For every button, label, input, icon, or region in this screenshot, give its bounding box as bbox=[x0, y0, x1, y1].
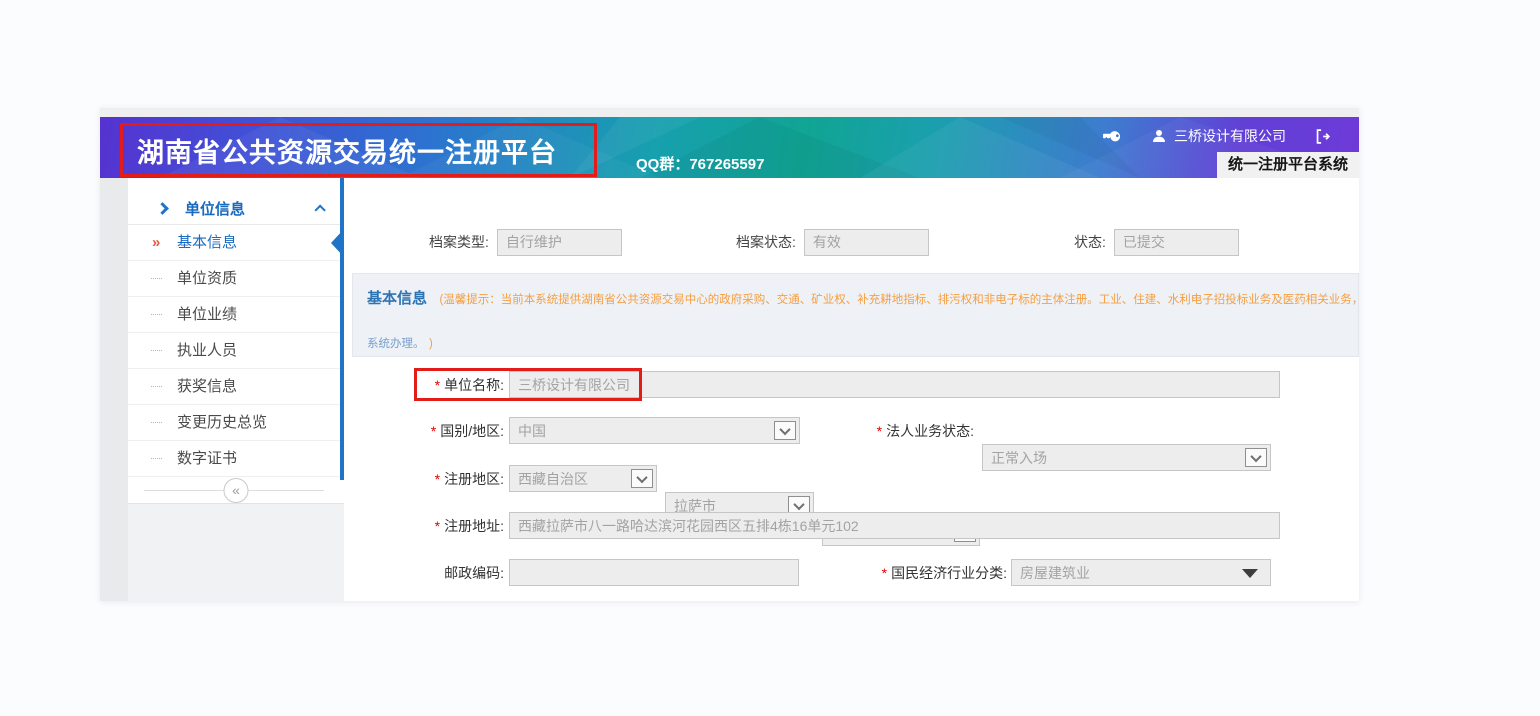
region-province-select[interactable]: 西藏自治区 bbox=[509, 465, 657, 492]
logout-icon[interactable] bbox=[1314, 128, 1331, 145]
country-select[interactable]: 中国 bbox=[509, 417, 800, 444]
sidebar-section-unit-info[interactable]: 单位信息 bbox=[128, 192, 344, 225]
sidebar-item-label: 基本信息 bbox=[177, 234, 237, 251]
section-notice-part2: 系统办理。 bbox=[367, 338, 425, 350]
dropdown-arrow-icon[interactable] bbox=[1230, 560, 1270, 586]
sidebar-item-label: 变更历史总览 bbox=[177, 414, 267, 431]
basic-info-section-header: 基本信息 (温馨提示：当前本系统提供湖南省公共资源交易中心的政府采购、交通、矿业… bbox=[352, 273, 1359, 357]
status-label: 状态: bbox=[1074, 232, 1106, 252]
required-marker: * bbox=[435, 471, 440, 487]
form-row-postal-industry: 邮政编码: *国民经济行业分类: 房屋建筑业 bbox=[344, 559, 1359, 587]
left-gutter bbox=[100, 178, 128, 601]
app-window: 湖南省公共资源交易统一注册平台 QQ群：767265597 三桥设计有限公司 统 bbox=[100, 108, 1359, 601]
chevron-up-icon bbox=[314, 204, 325, 215]
sidebar-item-label: 获奖信息 bbox=[177, 378, 237, 395]
sidebar: 单位信息 » 基本信息 单位资质 单位业绩 bbox=[128, 178, 344, 601]
sidebar-item-label: 单位业绩 bbox=[177, 306, 237, 323]
legal-status-label: *法人业务状态: bbox=[804, 417, 974, 445]
qq-group-label: QQ群：767265597 bbox=[636, 153, 764, 174]
sidebar-item-digital-cert[interactable]: 数字证书 bbox=[128, 441, 344, 477]
required-marker: * bbox=[435, 377, 440, 393]
required-marker: * bbox=[877, 423, 882, 439]
archive-type-label: 档案类型: bbox=[429, 232, 489, 252]
dropdown-chevron-icon bbox=[631, 469, 653, 488]
required-marker: * bbox=[882, 565, 887, 581]
address-label: *注册地址: bbox=[344, 512, 504, 540]
system-tab[interactable]: 统一注册平台系统 bbox=[1217, 152, 1359, 178]
industry-label: *国民经济行业分类: bbox=[824, 559, 1007, 587]
sidebar-item-unit-qualification[interactable]: 单位资质 bbox=[128, 261, 344, 297]
archive-status-label: 档案状态: bbox=[736, 232, 796, 252]
sidebar-collapse-button[interactable]: « bbox=[224, 478, 249, 503]
page-title: 湖南省公共资源交易统一注册平台 bbox=[137, 131, 557, 170]
dropdown-chevron-icon bbox=[774, 421, 796, 440]
form-row-region: *注册地区: 西藏自治区 拉萨市 达孜区 bbox=[344, 465, 1359, 493]
sidebar-item-label: 执业人员 bbox=[177, 342, 237, 359]
form-row-company-name: *单位名称: 三桥设计有限公司 bbox=[344, 371, 1359, 399]
form-row-address: *注册地址: 西藏拉萨市八一路哈达滨河花园西区五排4栋16单元102 bbox=[344, 512, 1359, 540]
app-header: 湖南省公共资源交易统一注册平台 QQ群：767265597 三桥设计有限公司 统 bbox=[100, 117, 1359, 178]
country-label: *国别/地区: bbox=[344, 417, 504, 445]
company-name-input[interactable]: 三桥设计有限公司 bbox=[509, 371, 1280, 398]
sidebar-filler bbox=[128, 504, 344, 601]
sidebar-item-label: 数字证书 bbox=[177, 450, 237, 467]
tree-tick-icon bbox=[151, 458, 162, 459]
user-name-label: 三桥设计有限公司 bbox=[1174, 126, 1286, 146]
field-archive-status: 档案状态: 有效 bbox=[736, 228, 929, 256]
field-status: 状态: 已提交 bbox=[1074, 228, 1239, 256]
main-content: 档案类型: 自行维护 档案状态: 有效 状态: 已提交 基本信息 (温馨提示：当… bbox=[344, 178, 1359, 601]
user-menu[interactable]: 三桥设计有限公司 bbox=[1151, 126, 1286, 146]
postal-input[interactable] bbox=[509, 559, 799, 586]
region-label: *注册地区: bbox=[344, 465, 504, 493]
required-marker: * bbox=[435, 518, 440, 534]
sidebar-item-label: 单位资质 bbox=[177, 270, 237, 287]
section-notice-part1: (温馨提示：当前本系统提供湖南省公共资源交易中心的政府采购、交通、矿业权、补充耕… bbox=[439, 294, 1359, 306]
header-actions: 三桥设计有限公司 bbox=[1103, 126, 1331, 146]
sidebar-item-unit-performance[interactable]: 单位业绩 bbox=[128, 297, 344, 333]
archive-type-input[interactable]: 自行维护 bbox=[497, 229, 622, 256]
form-row-country-legal: *国别/地区: 中国 *法人业务状态: 正常入场 bbox=[344, 417, 1359, 445]
address-input[interactable]: 西藏拉萨市八一路哈达滨河花园西区五排4栋16单元102 bbox=[509, 512, 1280, 539]
chevron-right-icon bbox=[156, 202, 169, 215]
tree-tick-icon bbox=[151, 314, 162, 315]
tree-tick-icon bbox=[151, 422, 162, 423]
window-top-strip bbox=[100, 108, 1359, 117]
sidebar-item-basic-info[interactable]: » 基本信息 bbox=[128, 225, 344, 261]
annotation-box-title: 湖南省公共资源交易统一注册平台 bbox=[120, 123, 597, 177]
sidebar-item-change-history[interactable]: 变更历史总览 bbox=[128, 405, 344, 441]
sidebar-item-awards[interactable]: 获奖信息 bbox=[128, 369, 344, 405]
section-title: 基本信息 bbox=[367, 290, 427, 307]
sidebar-section-label: 单位信息 bbox=[185, 198, 245, 219]
sidebar-collapse-row: « bbox=[128, 478, 344, 504]
status-input[interactable]: 已提交 bbox=[1114, 229, 1239, 256]
key-icon[interactable] bbox=[1103, 127, 1121, 145]
user-icon bbox=[1151, 128, 1167, 144]
archive-status-input[interactable]: 有效 bbox=[804, 229, 929, 256]
postal-label: 邮政编码: bbox=[344, 559, 504, 587]
sidebar-menu: » 基本信息 单位资质 单位业绩 执业人员 获 bbox=[128, 225, 344, 477]
tree-tick-icon bbox=[151, 350, 162, 351]
active-marker-icon: » bbox=[152, 225, 160, 260]
industry-combo[interactable]: 房屋建筑业 bbox=[1011, 559, 1271, 586]
required-marker: * bbox=[431, 423, 436, 439]
sidebar-item-practitioners[interactable]: 执业人员 bbox=[128, 333, 344, 369]
tree-tick-icon bbox=[151, 386, 162, 387]
section-notice-part3: ) bbox=[429, 338, 433, 350]
tree-tick-icon bbox=[151, 278, 162, 279]
field-archive-type: 档案类型: 自行维护 bbox=[429, 228, 622, 256]
company-name-label: *单位名称: bbox=[344, 371, 504, 399]
